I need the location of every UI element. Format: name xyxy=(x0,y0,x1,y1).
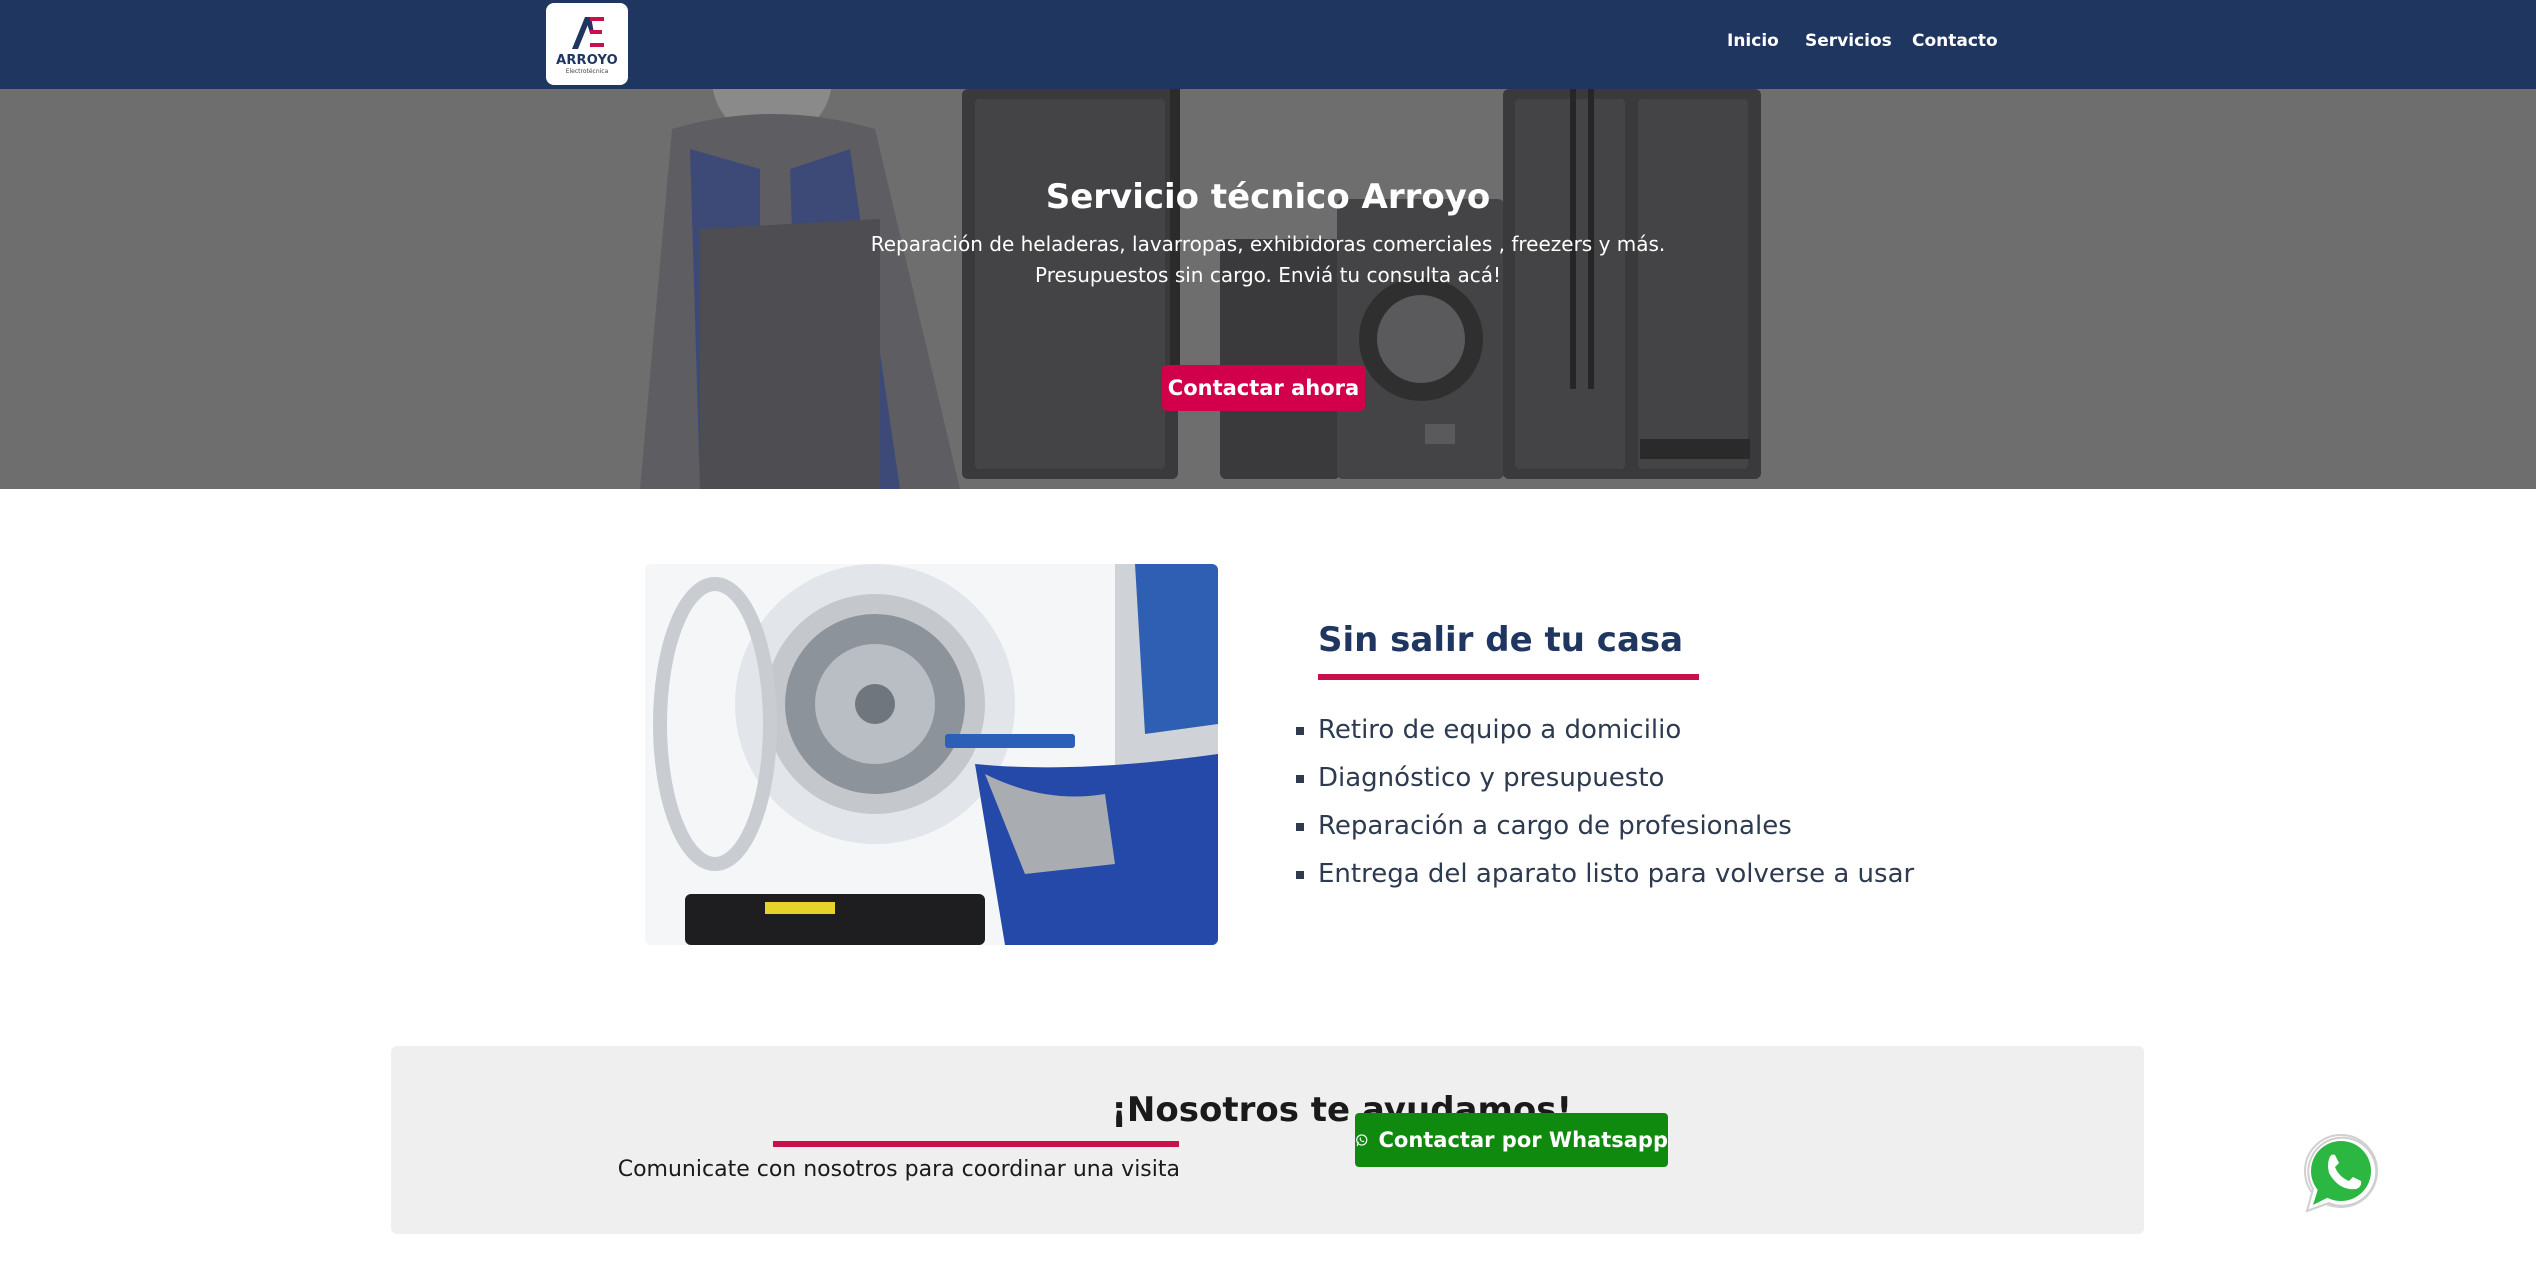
features-list: Retiro de equipo a domicilio Diagnóstico… xyxy=(1296,710,1914,902)
square-bullet-icon xyxy=(1296,775,1304,783)
list-item: Entrega del aparato listo para volverse … xyxy=(1296,854,1914,902)
hero-title: Servicio técnico Arroyo xyxy=(1045,177,1491,217)
technician-washing-machine-image xyxy=(645,564,1218,945)
features-title: Sin salir de tu casa xyxy=(1318,620,1684,660)
hero-description-line-2: Presupuestos sin cargo. Enviá tu consult… xyxy=(1034,263,1501,287)
floating-whatsapp-button[interactable] xyxy=(2299,1131,2381,1215)
washing-machine-photo xyxy=(645,564,1218,945)
hero-section: Servicio técnico Arroyo Reparación de he… xyxy=(0,89,2536,489)
logo[interactable]: ARROYO Electrotécnica xyxy=(546,3,628,85)
list-item-text: Diagnóstico y presupuesto xyxy=(1318,763,1665,793)
nav-item-servicios[interactable]: Servicios xyxy=(1805,31,1892,51)
hero-description-line-1: Reparación de heladeras, lavarropas, exh… xyxy=(870,232,1666,256)
square-bullet-icon xyxy=(1296,823,1304,831)
help-cta-section xyxy=(391,1046,2144,1234)
square-bullet-icon xyxy=(1296,871,1304,879)
whatsapp-button-label: Contactar por Whatsapp xyxy=(1378,1128,1668,1152)
list-item-text: Entrega del aparato listo para volverse … xyxy=(1318,859,1915,889)
whatsapp-icon xyxy=(1356,1134,1368,1147)
contact-now-button[interactable]: Contactar ahora xyxy=(1162,365,1365,411)
hero-background-image xyxy=(0,89,2536,489)
features-title-underline xyxy=(1318,674,1699,680)
whatsapp-icon xyxy=(2304,1134,2378,1213)
list-item: Retiro de equipo a domicilio xyxy=(1296,710,1914,758)
site-header: ARROYO Electrotécnica Inicio Servicios C… xyxy=(0,0,2536,89)
nav-item-inicio[interactable]: Inicio xyxy=(1727,31,1779,51)
logo-subtext: Electrotécnica xyxy=(565,68,609,75)
help-title-underline xyxy=(773,1141,1179,1147)
help-description: Comunicate con nosotros para coordinar u… xyxy=(617,1157,1180,1182)
list-item: Reparación a cargo de profesionales xyxy=(1296,806,1914,854)
square-bullet-icon xyxy=(1296,727,1304,735)
list-item-text: Reparación a cargo de profesionales xyxy=(1318,811,1792,841)
list-item: Diagnóstico y presupuesto xyxy=(1296,758,1914,806)
logo-text: ARROYO xyxy=(556,53,618,68)
list-item-text: Retiro de equipo a domicilio xyxy=(1318,715,1682,745)
whatsapp-contact-button[interactable]: Contactar por Whatsapp xyxy=(1355,1113,1668,1167)
nav-item-contacto[interactable]: Contacto xyxy=(1912,31,1998,51)
